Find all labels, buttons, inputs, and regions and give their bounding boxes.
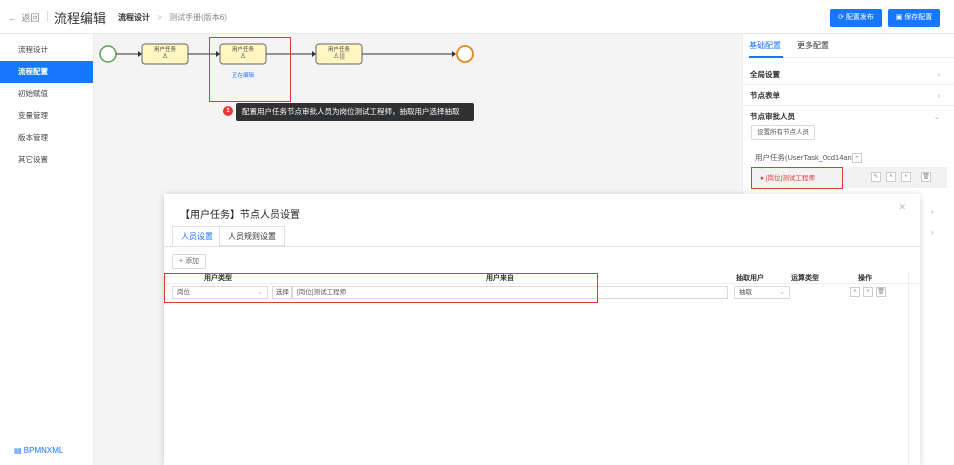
col-extract-user: 抽取用户 <box>736 275 764 282</box>
sidebar: 流程设计 流程配置 初始赋值 变量管理 版本管理 其它设置 ▤ BPMNXML <box>0 34 94 465</box>
highlight-box-row <box>164 273 598 303</box>
active-tab-indicator <box>749 56 783 58</box>
divider <box>47 11 48 22</box>
tab-more-config[interactable]: 更多配置 <box>797 40 829 51</box>
close-icon[interactable]: ✕ <box>898 202 906 213</box>
tab-personnel-rules[interactable]: 人员规则设置 <box>219 226 285 246</box>
back-button[interactable]: ← 返回 <box>8 11 40 24</box>
modal-title: 【用户任务】节点人员设置 <box>180 210 300 221</box>
move-up-icon[interactable]: ˄ <box>850 287 860 297</box>
breadcrumb: 流程设计 > 测试手册(版本6) <box>118 12 227 23</box>
chevron-right-icon: › <box>937 91 941 100</box>
chevron-right-icon: › <box>931 207 934 216</box>
move-down-icon[interactable]: ˅ <box>901 172 911 182</box>
instruction-tooltip: 配置用户任务节点审批人员为岗位测试工程师，抽取用户选择抽取 <box>236 103 474 121</box>
col-operation-type: 运算类型 <box>791 275 819 282</box>
breadcrumb-current[interactable]: 流程设计 <box>118 13 150 22</box>
breadcrumb-separator: > <box>157 13 162 22</box>
section-node-approvers[interactable]: 节点审批人员 ⌄ <box>743 106 954 127</box>
add-icon[interactable]: + <box>852 153 862 163</box>
sidebar-item-flow-design[interactable]: 流程设计 <box>0 39 93 61</box>
extract-select[interactable]: 抽取 ⌄ <box>734 286 790 299</box>
section-global-settings[interactable]: 全局设置 › <box>743 64 954 85</box>
move-up-icon[interactable]: ˄ <box>886 172 896 182</box>
sidebar-item-flow-config[interactable]: 流程配置 <box>0 61 93 83</box>
end-event <box>456 45 474 63</box>
start-event <box>99 45 117 63</box>
sidebar-item-other[interactable]: 其它设置 <box>0 149 93 171</box>
top-bar: ← 返回 流程编辑 流程设计 > 测试手册(版本6) ⟳ 配置发布 ▣ 保存配置 <box>0 0 954 34</box>
breadcrumb-sub: 测试手册(版本6) <box>169 13 227 22</box>
highlight-box-approver <box>751 167 843 189</box>
xml-icon: ▤ <box>14 446 22 455</box>
edit-icon[interactable]: ✎ <box>871 172 881 182</box>
flow-arrowhead <box>452 51 456 57</box>
modal-right-border <box>908 272 909 465</box>
right-tabs: 基础配置 更多配置 <box>743 34 954 58</box>
set-all-nodes-button[interactable]: 设置所有节点人员 <box>751 125 815 140</box>
multi-user-icon: ♙||| <box>333 53 345 60</box>
tab-basic-config[interactable]: 基础配置 <box>749 40 781 51</box>
publish-config-button[interactable]: ⟳ 配置发布 <box>830 9 882 27</box>
task-node-label: 用户任务(UserTask_0cd14an) <box>755 153 855 162</box>
sidebar-item-versions[interactable]: 版本管理 <box>0 127 93 149</box>
publish-icon: ⟳ <box>838 14 844 21</box>
user-icon: ♙ <box>161 53 169 60</box>
tab-personnel-settings[interactable]: 人员设置 <box>172 226 222 246</box>
delete-icon[interactable]: 🗑 <box>876 287 886 297</box>
page-title: 流程编辑 <box>54 11 107 26</box>
col-actions: 操作 <box>858 275 872 282</box>
add-row-button[interactable]: + 添加 <box>172 254 207 269</box>
highlight-box-task <box>209 37 291 102</box>
save-icon: ▣ <box>895 14 903 21</box>
bpmn-xml-link[interactable]: ▤ BPMNXML <box>14 446 63 455</box>
move-down-icon[interactable]: ˅ <box>863 287 873 297</box>
sidebar-item-init-assign[interactable]: 初始赋值 <box>0 83 93 105</box>
node-personnel-modal: 【用户任务】节点人员设置 ✕ 人员设置 人员规则设置 + 添加 用户类型 用户来… <box>164 194 920 465</box>
chevron-right-icon: › <box>931 228 934 237</box>
delete-icon[interactable]: 🗑 <box>921 172 931 182</box>
save-config-button[interactable]: ▣ 保存配置 <box>888 9 940 27</box>
step-badge: 1 <box>223 106 233 116</box>
tab-divider <box>164 246 920 247</box>
chevron-down-icon: ⌄ <box>933 112 940 121</box>
section-node-form[interactable]: 节点表单 › <box>743 85 954 106</box>
chevron-down-icon: ⌄ <box>779 289 785 296</box>
sidebar-item-variables[interactable]: 变量管理 <box>0 105 93 127</box>
chevron-right-icon: › <box>937 70 941 79</box>
